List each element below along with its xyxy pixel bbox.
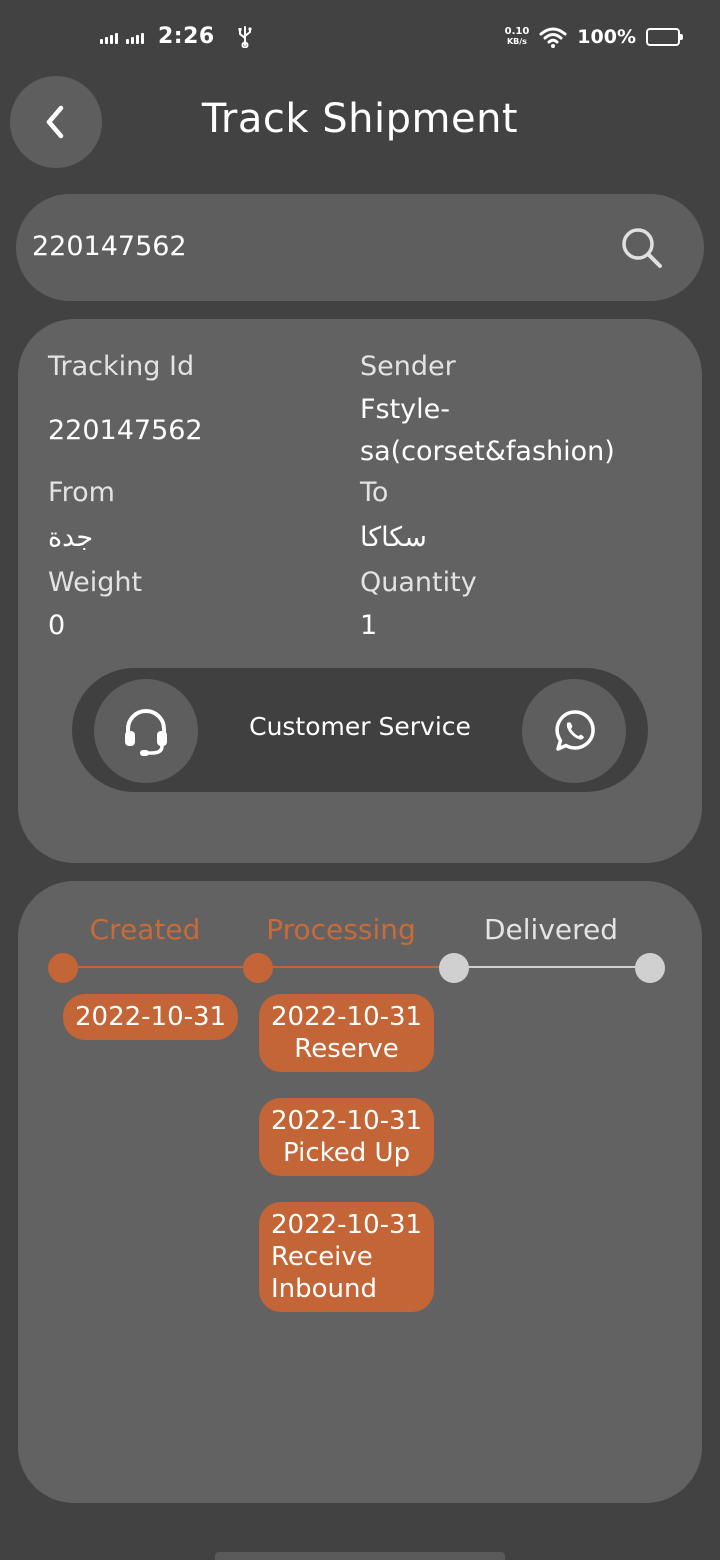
processing-event-picked-up: 2022-10-31 Picked Up xyxy=(259,1098,435,1176)
event-date: 2022-10-31 xyxy=(271,1106,423,1136)
quantity-label: Quantity xyxy=(360,567,477,598)
shipment-info-card: Tracking Id 220147562 Sender Fstyle- sa(… xyxy=(18,319,702,863)
customer-service-bar: Customer Service xyxy=(72,668,648,792)
timeline-dot-processing xyxy=(243,953,273,983)
battery-percent: 100% xyxy=(577,26,636,48)
timeline-segment-processing xyxy=(258,966,454,968)
whatsapp-icon xyxy=(555,710,595,751)
timeline-dot-created xyxy=(48,953,78,983)
event-status: Reserve xyxy=(294,1034,399,1064)
quantity-value: 1 xyxy=(360,610,378,641)
search-button[interactable] xyxy=(620,226,664,270)
tracking-id-label: Tracking Id xyxy=(48,351,195,382)
created-event: 2022-10-31 xyxy=(63,994,239,1040)
to-label: To xyxy=(360,477,389,508)
home-indicator[interactable] xyxy=(215,1552,505,1560)
sender-label: Sender xyxy=(360,351,456,382)
tracking-id-value: 220147562 xyxy=(48,415,203,446)
processing-event-receive-inbound: 2022-10-31 Receive Inbound xyxy=(259,1202,435,1312)
shipment-timeline-card: Created Processing Delivered 2022-10-31 … xyxy=(18,881,702,1503)
weight-label: Weight xyxy=(48,567,143,598)
network-speed-value: 0.10 xyxy=(504,26,530,37)
timeline-segment-created xyxy=(63,966,258,968)
battery-icon xyxy=(646,28,683,46)
search-bar xyxy=(16,194,704,301)
event-date: 2022-10-31 xyxy=(271,1210,423,1240)
wifi-icon xyxy=(539,27,567,48)
page-title: Track Shipment xyxy=(201,96,519,142)
usb-icon xyxy=(238,25,252,48)
stage-processing-label: Processing xyxy=(266,913,416,946)
timeline-dot-end xyxy=(635,953,665,983)
stage-delivered-label: Delivered xyxy=(483,913,619,946)
tracking-search-input[interactable] xyxy=(32,216,592,276)
event-status: Receive xyxy=(271,1242,373,1272)
from-value: جدة xyxy=(48,522,94,553)
signal-icon xyxy=(100,30,118,44)
network-speed-unit: KB/s xyxy=(506,37,527,46)
event-status-line-2: Inbound xyxy=(271,1274,378,1304)
status-right: 0.10 KB/s 100% xyxy=(505,26,683,48)
stage-created-label: Created xyxy=(89,913,201,946)
sender-value-line-2: sa(corset&fashion) xyxy=(360,436,615,467)
event-date: 2022-10-31 xyxy=(75,1002,227,1032)
sender-value-line-1: Fstyle- xyxy=(360,394,451,425)
status-time: 2:26 xyxy=(158,24,215,49)
weight-value: 0 xyxy=(48,610,66,641)
from-label: From xyxy=(48,477,115,508)
timeline-dot-delivered xyxy=(439,953,469,983)
whatsapp-button[interactable] xyxy=(522,679,626,783)
status-left: 2:26 xyxy=(100,24,253,49)
network-speed: 0.10 KB/s xyxy=(505,27,530,47)
to-value: سكاكا xyxy=(360,522,427,553)
timeline-segment-delivered xyxy=(454,966,650,968)
status-bar: 2:26 0.10 KB/s 100% xyxy=(0,0,720,80)
event-status: Picked Up xyxy=(283,1138,411,1168)
search-icon xyxy=(622,228,662,268)
processing-event-reserve: 2022-10-31 Reserve xyxy=(259,994,435,1072)
event-date: 2022-10-31 xyxy=(271,1002,423,1032)
signal-icon-2 xyxy=(126,30,144,44)
